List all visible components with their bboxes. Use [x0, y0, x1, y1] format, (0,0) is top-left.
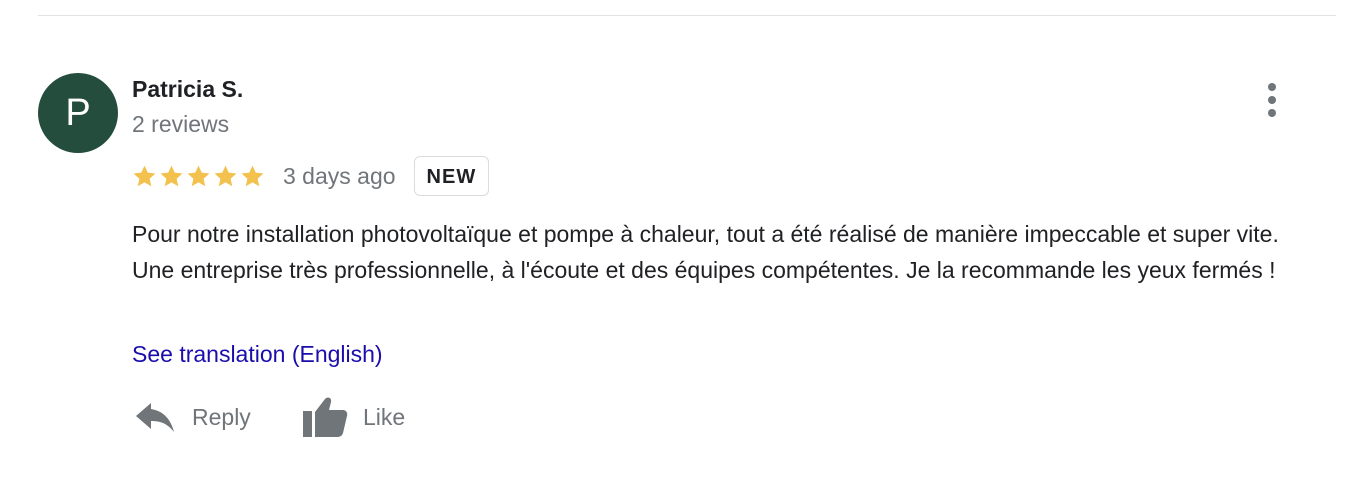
star-icon — [241, 165, 264, 186]
star-icon — [214, 165, 237, 186]
avatar[interactable]: P — [38, 73, 118, 153]
star-icon — [187, 165, 210, 186]
more-vertical-icon — [1268, 83, 1276, 117]
reply-icon — [136, 403, 174, 432]
review-date: 3 days ago — [283, 162, 396, 189]
see-translation-link[interactable]: See translation (English) — [132, 337, 383, 371]
review-text: Pour notre installation photovoltaïque e… — [132, 221, 1279, 283]
review-card: P Patricia S. 2 reviews 3 days ago NEW P… — [0, 0, 1352, 478]
more-options-button[interactable] — [1252, 80, 1292, 122]
star-icon — [133, 165, 156, 186]
star-rating — [132, 164, 267, 189]
reply-label: Reply — [192, 403, 251, 430]
author-name[interactable]: Patricia S. — [132, 74, 243, 104]
like-button[interactable]: Like — [301, 392, 405, 442]
new-badge: NEW — [413, 156, 490, 196]
author-review-count[interactable]: 2 reviews — [132, 109, 229, 139]
like-label: Like — [363, 403, 406, 430]
star-icon — [160, 165, 183, 186]
divider — [38, 15, 1336, 16]
rating-row: 3 days ago NEW — [132, 155, 490, 197]
reply-button[interactable]: Reply — [134, 392, 251, 442]
thumbs-up-icon — [303, 397, 348, 437]
